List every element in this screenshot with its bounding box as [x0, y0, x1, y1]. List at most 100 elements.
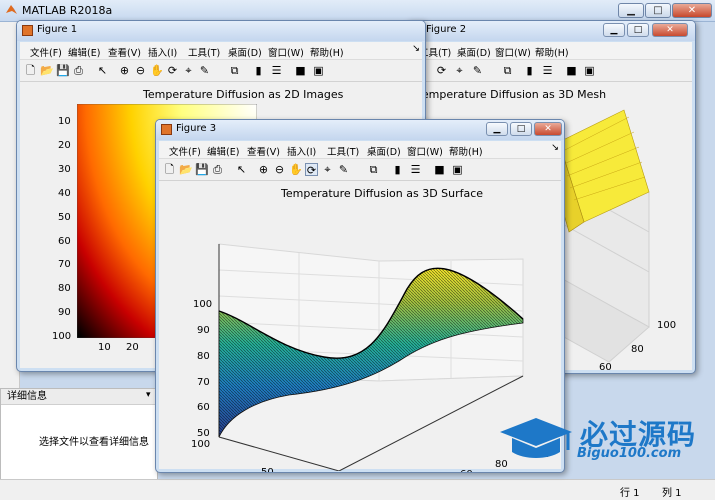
figure-2-menubar: 工具(T) 桌面(D) 窗口(W) 帮助(H) [409, 42, 692, 60]
fig1-y-tick: 50 [58, 212, 71, 223]
desktop: MATLAB R2018a ▁ □ ✕ 详细信息 ▾ 选择文件以查看详细信息 行… [0, 0, 715, 500]
colorbar-icon[interactable]: ▮ [391, 163, 404, 176]
menu-tools[interactable]: 工具(T) [188, 45, 220, 59]
menu-view[interactable]: 查看(V) [247, 144, 280, 158]
print-icon[interactable]: ⎙ [211, 163, 224, 176]
fig1-y-tick: 90 [58, 307, 71, 318]
matlab-logo-icon [6, 5, 17, 14]
figure-icon [22, 25, 33, 36]
dock-arrow-icon[interactable]: ↘ [551, 142, 559, 153]
pan-icon[interactable]: ✋ [289, 163, 303, 176]
figure-1-titlebar[interactable]: Figure 1 [17, 21, 425, 41]
maximize-button[interactable]: □ [645, 3, 671, 18]
show-tools-icon[interactable]: ▣ [451, 163, 464, 176]
menu-view[interactable]: 查看(V) [108, 45, 141, 59]
fig3-z-tick: 50 [197, 428, 210, 439]
figure-2-titlebar[interactable]: Figure 2 ▁ □ ✕ [406, 21, 695, 41]
menu-desktop[interactable]: 桌面(D) [228, 45, 262, 59]
minimize-button[interactable]: ▁ [603, 23, 625, 37]
datatip-icon[interactable]: ⌖ [453, 64, 466, 77]
pointer-icon[interactable]: ↖ [235, 163, 248, 176]
figure-1-menubar: 文件(F) 编辑(E) 查看(V) 插入(I) 工具(T) 桌面(D) 窗口(W… [20, 42, 422, 60]
new-figure-icon[interactable]: 🗋 [163, 163, 176, 176]
menu-file[interactable]: 文件(F) [169, 144, 201, 158]
menu-edit[interactable]: 编辑(E) [68, 45, 100, 59]
fig3-y-tick: 50 [261, 467, 274, 473]
rotate-icon[interactable]: ⟳ [435, 64, 448, 77]
close-button[interactable]: ✕ [672, 3, 712, 18]
menu-desktop[interactable]: 桌面(D) [367, 144, 401, 158]
hide-tools-icon[interactable]: ■ [433, 163, 446, 176]
menu-help[interactable]: 帮助(H) [310, 45, 344, 59]
menu-help[interactable]: 帮助(H) [449, 144, 483, 158]
close-button[interactable]: ✕ [534, 122, 562, 136]
figure-2-axes-title: Temperature Diffusion as 3D Mesh [417, 88, 607, 101]
fig2-y-tick: 80 [631, 344, 644, 355]
pan-icon[interactable]: ✋ [150, 64, 164, 77]
fig3-z-tick: 60 [197, 402, 210, 413]
hide-tools-icon[interactable]: ■ [294, 64, 307, 77]
hide-tools-icon[interactable]: ■ [565, 64, 578, 77]
rotate-icon[interactable]: ⟳ [305, 163, 318, 177]
rotate-icon[interactable]: ⟳ [166, 64, 179, 77]
fig3-z-tick: 100 [193, 299, 213, 310]
minimize-button[interactable]: ▁ [618, 3, 644, 18]
colorbar-icon[interactable]: ▮ [523, 64, 536, 77]
print-icon[interactable]: ⎙ [72, 64, 85, 77]
status-row: 行 1 [620, 488, 640, 499]
colorbar-icon[interactable]: ▮ [252, 64, 265, 77]
legend-icon[interactable]: ☰ [541, 64, 554, 77]
menu-window[interactable]: 窗口(W) [495, 45, 531, 59]
chevron-down-icon[interactable]: ▾ [146, 390, 151, 400]
fig3-x-tick: 60 [460, 469, 473, 472]
open-file-icon[interactable]: 📂 [179, 163, 193, 176]
menu-tools[interactable]: 工具(T) [327, 144, 359, 158]
brush-icon[interactable]: ✎ [471, 64, 484, 77]
minimize-button[interactable]: ▁ [486, 122, 508, 136]
detail-panel-header[interactable]: 详细信息 [1, 389, 157, 405]
detail-panel-text: 选择文件以查看详细信息 [39, 437, 149, 448]
menu-insert[interactable]: 插入(I) [148, 45, 177, 59]
maximize-button[interactable]: □ [627, 23, 649, 37]
dock-arrow-icon[interactable]: ↘ [412, 43, 420, 54]
save-icon[interactable]: 💾 [195, 163, 209, 176]
menu-file[interactable]: 文件(F) [30, 45, 62, 59]
datatip-icon[interactable]: ⌖ [182, 64, 195, 77]
main-window-title: MATLAB R2018a [22, 4, 113, 17]
figure-2-toolbar: ⟳ ⌖ ✎ ⧉ ▮ ☰ ■ ▣ [409, 60, 692, 82]
menu-help[interactable]: 帮助(H) [535, 45, 569, 59]
menu-window[interactable]: 窗口(W) [407, 144, 443, 158]
pointer-icon[interactable]: ↖ [96, 64, 109, 77]
maximize-button[interactable]: □ [510, 122, 532, 136]
fig1-y-tick: 30 [58, 164, 71, 175]
watermark-en: Biguo100.com [577, 446, 682, 461]
link-icon[interactable]: ⧉ [228, 64, 241, 77]
menu-desktop[interactable]: 桌面(D) [457, 45, 491, 59]
zoom-out-icon[interactable]: ⊖ [273, 163, 286, 176]
close-button[interactable]: ✕ [652, 23, 688, 37]
link-icon[interactable]: ⧉ [501, 64, 514, 77]
fig1-x-tick: 20 [126, 342, 139, 353]
show-tools-icon[interactable]: ▣ [312, 64, 325, 77]
legend-icon[interactable]: ☰ [409, 163, 422, 176]
menu-edit[interactable]: 编辑(E) [207, 144, 239, 158]
zoom-in-icon[interactable]: ⊕ [118, 64, 131, 77]
zoom-in-icon[interactable]: ⊕ [257, 163, 270, 176]
fig1-y-tick: 100 [52, 331, 72, 342]
figure-3-titlebar[interactable]: Figure 3 ▁ □ ✕ [156, 120, 564, 140]
datatip-icon[interactable]: ⌖ [321, 163, 334, 176]
show-tools-icon[interactable]: ▣ [583, 64, 596, 77]
new-figure-icon[interactable]: 🗋 [24, 64, 37, 77]
save-icon[interactable]: 💾 [56, 64, 70, 77]
legend-icon[interactable]: ☰ [270, 64, 283, 77]
brush-icon[interactable]: ✎ [337, 163, 350, 176]
menu-window[interactable]: 窗口(W) [268, 45, 304, 59]
main-titlebar: MATLAB R2018a ▁ □ ✕ [0, 0, 715, 22]
fig1-x-tick: 10 [98, 342, 111, 353]
link-icon[interactable]: ⧉ [367, 163, 380, 176]
brush-icon[interactable]: ✎ [198, 64, 211, 77]
open-file-icon[interactable]: 📂 [40, 64, 54, 77]
fig1-y-tick: 60 [58, 236, 71, 247]
menu-insert[interactable]: 插入(I) [287, 144, 316, 158]
zoom-out-icon[interactable]: ⊖ [134, 64, 147, 77]
